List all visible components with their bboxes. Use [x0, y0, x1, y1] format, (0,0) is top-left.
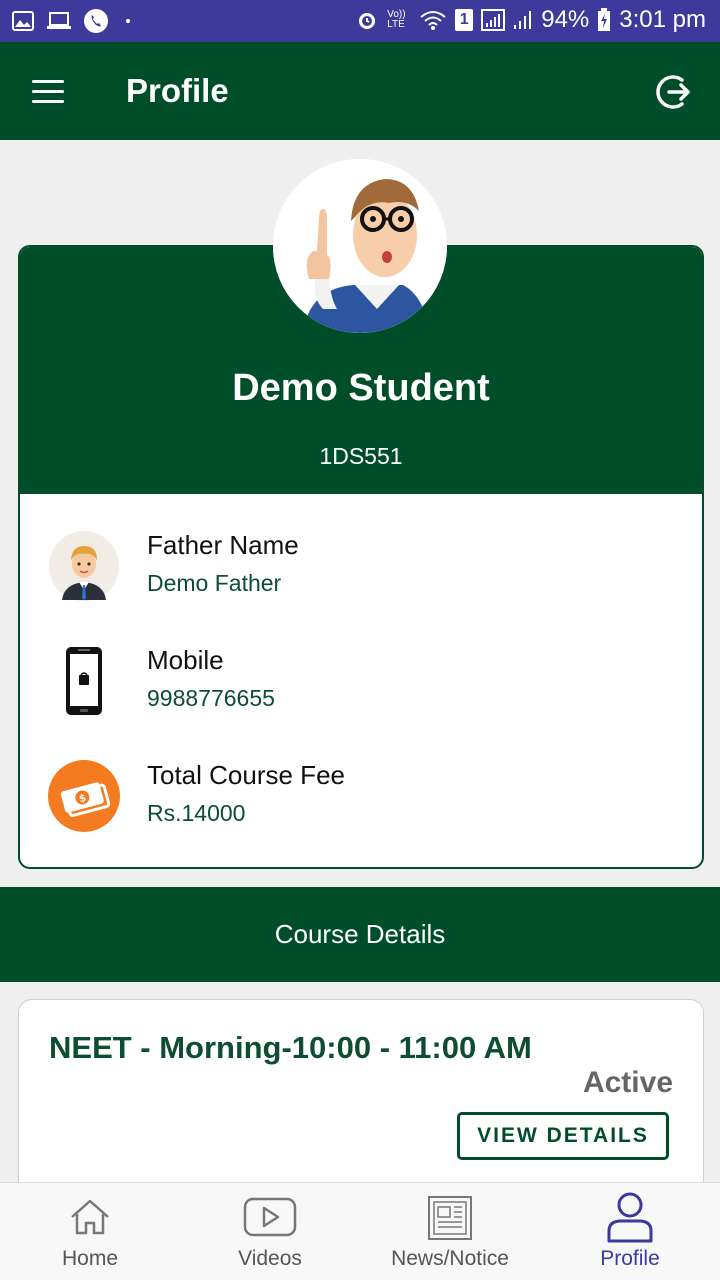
battery-percent: 94%	[541, 6, 590, 33]
nav-label-home: Home	[61, 1247, 119, 1270]
nav-label-videos: Videos	[238, 1247, 302, 1270]
info-row-fee: $ Total Course Fee Rs.14000	[20, 760, 702, 860]
mobile-value: 9988776655	[147, 685, 275, 711]
course-details-heading: Course Details	[0, 887, 720, 982]
view-details-button[interactable]: VIEW DETAILS	[457, 1112, 669, 1160]
status-bar: Vo)) LTE 1 94% 3:01 pm	[0, 0, 720, 42]
home-icon	[71, 1199, 109, 1235]
mobile-phone-icon	[66, 647, 102, 715]
status-notifications	[12, 9, 130, 33]
mobile-label: Mobile	[147, 645, 224, 675]
student-name: Demo Student	[232, 367, 490, 409]
student-id: 1DS551	[319, 443, 403, 469]
wifi-icon	[420, 11, 446, 30]
course-name: NEET - Morning-10:00 - 11:00 AM	[49, 1030, 532, 1065]
hamburger-menu-icon[interactable]	[24, 72, 74, 112]
info-row-mobile: Mobile 9988776655	[20, 645, 702, 745]
page-title: Profile	[126, 72, 229, 109]
nav-label-news: News/Notice	[391, 1247, 509, 1270]
video-play-icon	[243, 1197, 297, 1237]
profile-card: Demo Student 1DS551 Father Name Demo Fat…	[18, 245, 704, 869]
info-row-father: Father Name Demo Father	[20, 530, 702, 630]
gallery-icon	[12, 11, 34, 31]
student-avatar-illustration	[273, 159, 447, 333]
dot-icon	[126, 19, 130, 23]
battery-charging-icon	[598, 8, 611, 31]
bottom-nav: Home Videos News/Notice Profile	[0, 1182, 720, 1280]
father-avatar-icon	[49, 531, 119, 601]
alarm-icon	[359, 13, 376, 29]
nav-item-profile[interactable]: Profile	[540, 1183, 720, 1280]
signal-icon	[481, 9, 506, 31]
laptop-icon	[47, 12, 71, 29]
father-name-label: Father Name	[147, 530, 299, 560]
nav-item-home[interactable]: Home	[0, 1183, 180, 1280]
nav-item-videos[interactable]: Videos	[180, 1183, 360, 1280]
sim-slot-badge: 1	[455, 9, 474, 31]
clock: 3:01 pm	[619, 6, 706, 33]
course-card: NEET - Morning-10:00 - 11:00 AM Active V…	[18, 999, 704, 1199]
course-fee-label: Total Course Fee	[147, 760, 345, 790]
father-name-value: Demo Father	[147, 570, 282, 596]
nav-label-profile: Profile	[600, 1247, 660, 1270]
phone-call-icon	[84, 9, 108, 33]
student-avatar	[273, 159, 447, 333]
signal-icon-2	[514, 11, 532, 29]
newspaper-icon	[428, 1196, 472, 1240]
app-bar: Profile	[0, 42, 720, 140]
money-icon: $	[48, 760, 120, 832]
course-fee-value: Rs.14000	[147, 800, 246, 826]
volte-label: Vo)) LTE	[387, 9, 406, 30]
status-system: Vo)) LTE 1 94% 3:01 pm	[355, 6, 706, 34]
nav-item-news[interactable]: News/Notice	[360, 1183, 540, 1280]
logout-icon[interactable]	[654, 72, 694, 112]
user-icon	[607, 1192, 653, 1243]
course-status-badge: Active	[582, 1066, 673, 1099]
